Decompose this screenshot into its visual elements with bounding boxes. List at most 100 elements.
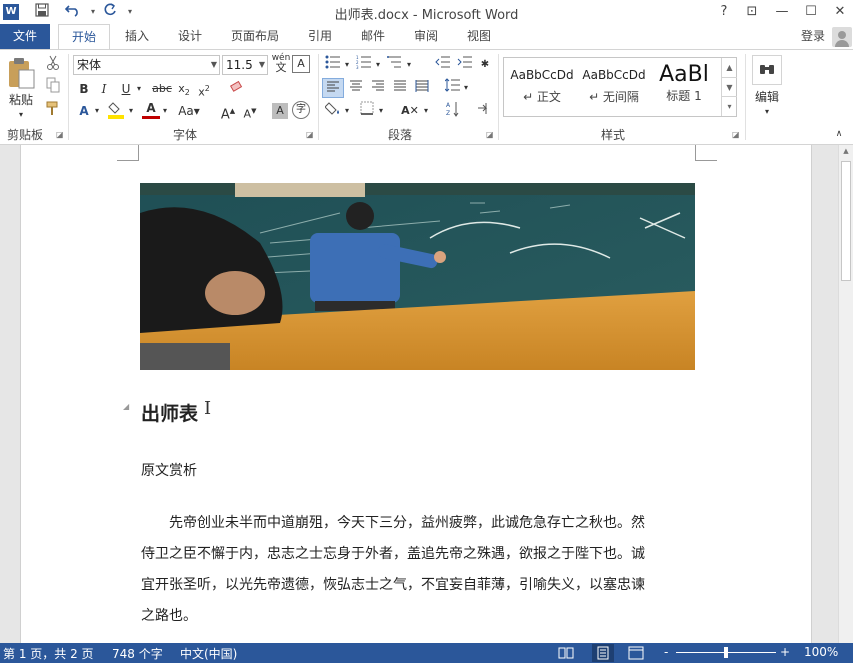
subscript-button[interactable]: x2 bbox=[176, 79, 192, 99]
chevron-down-icon[interactable]: ▼ bbox=[211, 56, 217, 74]
strikethrough-button[interactable]: abc bbox=[150, 79, 174, 99]
chinese-layout-icon[interactable]: ✱ bbox=[476, 55, 494, 75]
classroom-photo[interactable] bbox=[140, 183, 695, 370]
paragraph-line[interactable]: 先帝创业未半而中道崩殂，今天下三分，益州疲弊，此诚危急存亡之秋也。然 bbox=[141, 512, 701, 532]
web-layout-icon[interactable] bbox=[628, 646, 644, 663]
paragraph-line[interactable]: 侍卫之臣不懈于内，忠志之士忘身于外者，盖追先帝之殊遇，欲报之于陛下也。诚 bbox=[141, 543, 701, 563]
grow-font-icon[interactable]: A▲ bbox=[220, 101, 236, 122]
bullets-icon[interactable] bbox=[324, 55, 342, 75]
font-color-dropdown-icon[interactable]: ▾ bbox=[160, 101, 170, 121]
login-link[interactable]: 登录 bbox=[796, 24, 830, 49]
multilevel-list-icon[interactable] bbox=[386, 55, 404, 75]
document-page[interactable]: ◢ 出师表 I 原文赏析 先帝创业未半而中道崩殂，今天下三分，益州疲弊，此诚危急… bbox=[20, 145, 812, 643]
document-subheading[interactable]: 原文赏析 bbox=[141, 460, 197, 480]
shading-dropdown-icon[interactable]: ▾ bbox=[343, 101, 351, 121]
scroll-thumb[interactable] bbox=[841, 161, 851, 281]
paste-icon[interactable] bbox=[6, 56, 36, 90]
read-mode-icon[interactable] bbox=[558, 646, 574, 663]
font-size-combo[interactable]: 11.5 ▼ bbox=[222, 55, 268, 75]
scroll-up-icon[interactable]: ▲ bbox=[839, 147, 853, 159]
increase-indent-icon[interactable] bbox=[456, 55, 474, 75]
enclose-characters-icon[interactable]: 字 bbox=[292, 101, 310, 119]
show-marks-icon[interactable] bbox=[474, 101, 492, 121]
numbering-icon[interactable]: 123 bbox=[355, 55, 373, 75]
text-highlight-icon[interactable] bbox=[106, 101, 126, 121]
character-border-icon[interactable]: A bbox=[292, 55, 310, 73]
word-count[interactable]: 748 个字 bbox=[112, 645, 163, 662]
chevron-up-icon[interactable]: ▲ bbox=[722, 58, 737, 77]
chevron-down-icon[interactable]: ▼ bbox=[259, 56, 265, 74]
align-center-button[interactable] bbox=[346, 78, 366, 98]
tab-page-layout[interactable]: 页面布局 bbox=[222, 24, 288, 49]
underline-dropdown-icon[interactable]: ▾ bbox=[134, 79, 144, 99]
maximize-button[interactable]: ☐ bbox=[800, 2, 822, 22]
page-count[interactable]: 第 1 页，共 2 页 bbox=[3, 645, 94, 662]
paragraph-line[interactable]: 之路也。 bbox=[141, 605, 701, 625]
format-painter-icon[interactable] bbox=[44, 100, 62, 120]
paragraph-line[interactable]: 宜开张圣听，以光先帝遗德，恢弘志士之气，不宜妄自菲薄，引喻失义，以塞忠谏 bbox=[141, 574, 701, 594]
tab-insert[interactable]: 插入 bbox=[115, 24, 159, 49]
binoculars-icon[interactable] bbox=[752, 55, 782, 85]
tab-view[interactable]: 视图 bbox=[457, 24, 501, 49]
styles-launcher-icon[interactable]: ◪ bbox=[732, 130, 740, 139]
paragraph-launcher-icon[interactable]: ◪ bbox=[486, 130, 494, 139]
font-launcher-icon[interactable]: ◪ bbox=[306, 130, 314, 139]
numbering-dropdown-icon[interactable]: ▾ bbox=[374, 55, 382, 75]
language-indicator[interactable]: 中文(中国) bbox=[180, 645, 237, 662]
ribbon-display-options-button[interactable]: ⊡ bbox=[741, 2, 763, 22]
borders-icon[interactable] bbox=[358, 101, 376, 121]
clipboard-launcher-icon[interactable]: ◪ bbox=[56, 130, 64, 139]
change-case-button[interactable]: Aa▾ bbox=[176, 101, 202, 121]
distributed-icon[interactable] bbox=[412, 78, 432, 98]
highlight-dropdown-icon[interactable]: ▾ bbox=[126, 101, 136, 121]
zoom-slider-thumb[interactable] bbox=[724, 647, 728, 658]
chevron-down-icon[interactable]: ▼ bbox=[722, 77, 737, 96]
zoom-level[interactable]: 100% bbox=[804, 645, 838, 659]
collapse-ribbon-icon[interactable]: ∧ bbox=[832, 124, 846, 144]
borders-dropdown-icon[interactable]: ▾ bbox=[377, 101, 385, 121]
multilevel-dropdown-icon[interactable]: ▾ bbox=[405, 55, 413, 75]
superscript-button[interactable]: x2 bbox=[196, 79, 212, 99]
styles-more-icon[interactable]: ▾ bbox=[722, 96, 737, 116]
minimize-button[interactable]: — bbox=[771, 2, 793, 22]
style-normal[interactable]: AaBbCcDd ↵ 正文 bbox=[507, 60, 577, 114]
chinese-dropdown-icon[interactable]: ▾ bbox=[422, 101, 430, 121]
sort-chinese-icon[interactable]: A✕ bbox=[398, 101, 422, 121]
copy-icon[interactable] bbox=[44, 77, 62, 97]
document-heading[interactable]: 出师表 bbox=[141, 399, 198, 426]
zoom-out-button[interactable]: - bbox=[664, 645, 668, 659]
close-button[interactable]: ✕ bbox=[829, 2, 851, 22]
align-left-button[interactable] bbox=[322, 78, 344, 98]
shrink-font-icon[interactable]: A▼ bbox=[242, 101, 258, 121]
italic-button[interactable]: I bbox=[96, 79, 112, 99]
decrease-indent-icon[interactable] bbox=[434, 55, 452, 75]
bullets-dropdown-icon[interactable]: ▾ bbox=[343, 55, 351, 75]
help-button[interactable]: ? bbox=[713, 2, 735, 22]
align-right-button[interactable] bbox=[368, 78, 388, 98]
bold-button[interactable]: B bbox=[76, 79, 92, 99]
collapse-heading-icon[interactable]: ◢ bbox=[123, 402, 129, 411]
tab-file[interactable]: 文件 bbox=[0, 24, 50, 49]
phonetic-guide-icon[interactable]: wén 文 bbox=[271, 53, 291, 75]
style-heading1[interactable]: AaBl 标题 1 bbox=[651, 60, 717, 114]
underline-button[interactable]: U bbox=[118, 79, 134, 99]
avatar[interactable] bbox=[832, 27, 852, 47]
font-color-icon[interactable]: A bbox=[142, 101, 160, 119]
text-effects-dropdown-icon[interactable]: ▾ bbox=[92, 101, 102, 121]
vertical-scrollbar[interactable]: ▲ bbox=[838, 145, 853, 643]
style-no-spacing[interactable]: AaBbCcDd ↵ 无间隔 bbox=[579, 60, 649, 114]
cut-icon[interactable] bbox=[44, 55, 62, 75]
paste-dropdown-icon[interactable]: ▾ bbox=[14, 105, 28, 125]
tab-references[interactable]: 引用 bbox=[298, 24, 342, 49]
shading-icon[interactable] bbox=[324, 101, 342, 121]
tab-review[interactable]: 审阅 bbox=[404, 24, 448, 49]
clear-formatting-icon[interactable] bbox=[228, 79, 246, 99]
editing-dropdown-icon[interactable]: ▾ bbox=[760, 102, 774, 122]
line-spacing-dropdown-icon[interactable]: ▾ bbox=[462, 78, 470, 98]
tab-design[interactable]: 设计 bbox=[168, 24, 212, 49]
character-shading-icon[interactable]: A bbox=[272, 103, 288, 119]
zoom-in-button[interactable]: + bbox=[780, 645, 790, 659]
line-spacing-icon[interactable] bbox=[444, 78, 462, 98]
print-layout-icon[interactable] bbox=[592, 644, 614, 662]
tab-mailings[interactable]: 邮件 bbox=[351, 24, 395, 49]
